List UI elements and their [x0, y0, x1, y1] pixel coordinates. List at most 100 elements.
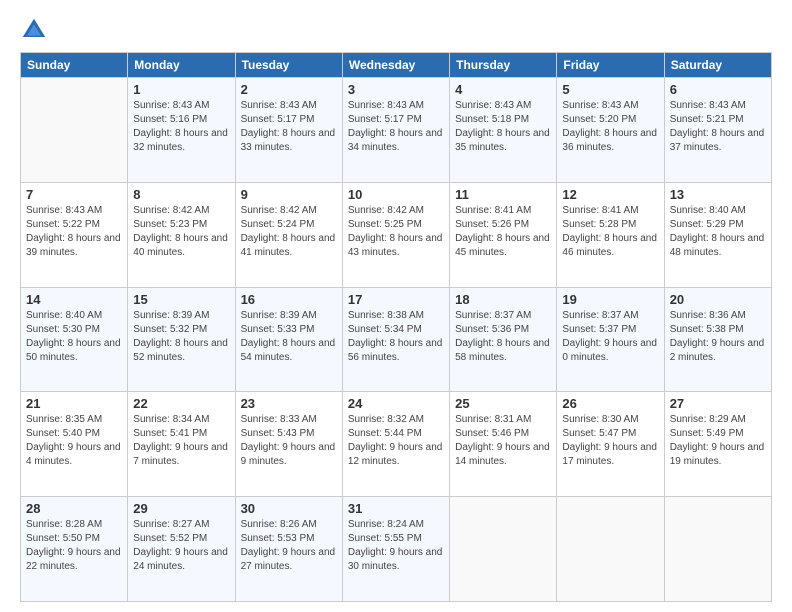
day-detail: Sunrise: 8:38 AM Sunset: 5:34 PM Dayligh… — [348, 309, 444, 365]
day-number: 5 — [562, 82, 658, 97]
day-number: 14 — [26, 292, 122, 307]
day-number: 23 — [241, 396, 337, 411]
day-detail: Sunrise: 8:42 AM Sunset: 5:23 PM Dayligh… — [133, 204, 229, 260]
day-detail: Sunrise: 8:43 AM Sunset: 5:17 PM Dayligh… — [348, 99, 444, 155]
calendar-table: SundayMondayTuesdayWednesdayThursdayFrid… — [20, 52, 772, 602]
day-number: 17 — [348, 292, 444, 307]
week-row-2: 14 Sunrise: 8:40 AM Sunset: 5:30 PM Dayli… — [21, 287, 772, 392]
day-detail: Sunrise: 8:34 AM Sunset: 5:41 PM Dayligh… — [133, 413, 229, 469]
day-number: 3 — [348, 82, 444, 97]
calendar-cell: 15 Sunrise: 8:39 AM Sunset: 5:32 PM Dayli… — [128, 287, 235, 392]
day-detail: Sunrise: 8:26 AM Sunset: 5:53 PM Dayligh… — [241, 518, 337, 574]
calendar-cell — [557, 497, 664, 602]
day-detail: Sunrise: 8:42 AM Sunset: 5:25 PM Dayligh… — [348, 204, 444, 260]
header — [20, 16, 772, 44]
day-detail: Sunrise: 8:41 AM Sunset: 5:26 PM Dayligh… — [455, 204, 551, 260]
day-detail: Sunrise: 8:29 AM Sunset: 5:49 PM Dayligh… — [670, 413, 766, 469]
day-number: 29 — [133, 501, 229, 516]
day-detail: Sunrise: 8:37 AM Sunset: 5:37 PM Dayligh… — [562, 309, 658, 365]
day-detail: Sunrise: 8:30 AM Sunset: 5:47 PM Dayligh… — [562, 413, 658, 469]
calendar-cell: 6Sunrise: 8:43 AM Sunset: 5:21 PM Daylig… — [664, 78, 771, 183]
calendar-cell — [664, 497, 771, 602]
day-detail: Sunrise: 8:41 AM Sunset: 5:28 PM Dayligh… — [562, 204, 658, 260]
calendar-cell: 19 Sunrise: 8:37 AM Sunset: 5:37 PM Dayli… — [557, 287, 664, 392]
calendar-cell: 1 Sunrise: 8:43 AM Sunset: 5:16 PM Daylig… — [128, 78, 235, 183]
calendar-cell — [450, 497, 557, 602]
day-detail: Sunrise: 8:27 AM Sunset: 5:52 PM Dayligh… — [133, 518, 229, 574]
weekday-header-row: SundayMondayTuesdayWednesdayThursdayFrid… — [21, 53, 772, 78]
day-number: 27 — [670, 396, 766, 411]
day-number: 24 — [348, 396, 444, 411]
day-number: 22 — [133, 396, 229, 411]
day-detail: Sunrise: 8:42 AM Sunset: 5:24 PM Dayligh… — [241, 204, 337, 260]
calendar-cell: 13Sunrise: 8:40 AM Sunset: 5:29 PM Dayli… — [664, 182, 771, 287]
day-detail: Sunrise: 8:40 AM Sunset: 5:30 PM Dayligh… — [26, 309, 122, 365]
day-number: 13 — [670, 187, 766, 202]
day-number: 9 — [241, 187, 337, 202]
calendar-cell: 25 Sunrise: 8:31 AM Sunset: 5:46 PM Dayli… — [450, 392, 557, 497]
day-number: 10 — [348, 187, 444, 202]
week-row-4: 28Sunrise: 8:28 AM Sunset: 5:50 PM Dayli… — [21, 497, 772, 602]
day-number: 12 — [562, 187, 658, 202]
day-number: 30 — [241, 501, 337, 516]
calendar-cell: 17 Sunrise: 8:38 AM Sunset: 5:34 PM Dayli… — [342, 287, 449, 392]
day-detail: Sunrise: 8:31 AM Sunset: 5:46 PM Dayligh… — [455, 413, 551, 469]
calendar-cell: 23 Sunrise: 8:33 AM Sunset: 5:43 PM Dayli… — [235, 392, 342, 497]
day-number: 16 — [241, 292, 337, 307]
day-detail: Sunrise: 8:32 AM Sunset: 5:44 PM Dayligh… — [348, 413, 444, 469]
week-row-1: 7Sunrise: 8:43 AM Sunset: 5:22 PM Daylig… — [21, 182, 772, 287]
weekday-wednesday: Wednesday — [342, 53, 449, 78]
day-detail: Sunrise: 8:39 AM Sunset: 5:32 PM Dayligh… — [133, 309, 229, 365]
calendar-cell: 2Sunrise: 8:43 AM Sunset: 5:17 PM Daylig… — [235, 78, 342, 183]
day-detail: Sunrise: 8:37 AM Sunset: 5:36 PM Dayligh… — [455, 309, 551, 365]
day-number: 7 — [26, 187, 122, 202]
day-detail: Sunrise: 8:43 AM Sunset: 5:20 PM Dayligh… — [562, 99, 658, 155]
day-number: 4 — [455, 82, 551, 97]
weekday-sunday: Sunday — [21, 53, 128, 78]
day-number: 19 — [562, 292, 658, 307]
day-number: 25 — [455, 396, 551, 411]
day-number: 28 — [26, 501, 122, 516]
day-detail: Sunrise: 8:43 AM Sunset: 5:18 PM Dayligh… — [455, 99, 551, 155]
day-number: 15 — [133, 292, 229, 307]
day-detail: Sunrise: 8:39 AM Sunset: 5:33 PM Dayligh… — [241, 309, 337, 365]
calendar-cell: 24 Sunrise: 8:32 AM Sunset: 5:44 PM Dayli… — [342, 392, 449, 497]
calendar-cell: 21 Sunrise: 8:35 AM Sunset: 5:40 PM Dayli… — [21, 392, 128, 497]
calendar-cell: 29 Sunrise: 8:27 AM Sunset: 5:52 PM Dayli… — [128, 497, 235, 602]
calendar-cell: 11Sunrise: 8:41 AM Sunset: 5:26 PM Dayli… — [450, 182, 557, 287]
page: SundayMondayTuesdayWednesdayThursdayFrid… — [0, 0, 792, 612]
weekday-friday: Friday — [557, 53, 664, 78]
calendar-cell: 26 Sunrise: 8:30 AM Sunset: 5:47 PM Dayli… — [557, 392, 664, 497]
logo-icon — [20, 16, 48, 44]
day-detail: Sunrise: 8:35 AM Sunset: 5:40 PM Dayligh… — [26, 413, 122, 469]
calendar-cell: 18 Sunrise: 8:37 AM Sunset: 5:36 PM Dayli… — [450, 287, 557, 392]
calendar-cell: 8Sunrise: 8:42 AM Sunset: 5:23 PM Daylig… — [128, 182, 235, 287]
calendar-cell — [21, 78, 128, 183]
weekday-monday: Monday — [128, 53, 235, 78]
calendar-cell: 12 Sunrise: 8:41 AM Sunset: 5:28 PM Dayli… — [557, 182, 664, 287]
calendar-cell: 4 Sunrise: 8:43 AM Sunset: 5:18 PM Daylig… — [450, 78, 557, 183]
weekday-saturday: Saturday — [664, 53, 771, 78]
day-number: 18 — [455, 292, 551, 307]
weekday-tuesday: Tuesday — [235, 53, 342, 78]
day-number: 31 — [348, 501, 444, 516]
day-number: 21 — [26, 396, 122, 411]
calendar-cell: 14 Sunrise: 8:40 AM Sunset: 5:30 PM Dayli… — [21, 287, 128, 392]
calendar-cell: 10 Sunrise: 8:42 AM Sunset: 5:25 PM Dayli… — [342, 182, 449, 287]
day-detail: Sunrise: 8:33 AM Sunset: 5:43 PM Dayligh… — [241, 413, 337, 469]
calendar-cell: 9 Sunrise: 8:42 AM Sunset: 5:24 PM Daylig… — [235, 182, 342, 287]
day-number: 1 — [133, 82, 229, 97]
day-detail: Sunrise: 8:24 AM Sunset: 5:55 PM Dayligh… — [348, 518, 444, 574]
day-detail: Sunrise: 8:43 AM Sunset: 5:21 PM Dayligh… — [670, 99, 766, 155]
logo — [20, 16, 52, 44]
calendar-cell: 22 Sunrise: 8:34 AM Sunset: 5:41 PM Dayli… — [128, 392, 235, 497]
week-row-3: 21 Sunrise: 8:35 AM Sunset: 5:40 PM Dayli… — [21, 392, 772, 497]
calendar-cell: 30 Sunrise: 8:26 AM Sunset: 5:53 PM Dayli… — [235, 497, 342, 602]
day-detail: Sunrise: 8:43 AM Sunset: 5:17 PM Dayligh… — [241, 99, 337, 155]
calendar-cell: 27 Sunrise: 8:29 AM Sunset: 5:49 PM Dayli… — [664, 392, 771, 497]
day-detail: Sunrise: 8:36 AM Sunset: 5:38 PM Dayligh… — [670, 309, 766, 365]
calendar-cell: 20Sunrise: 8:36 AM Sunset: 5:38 PM Dayli… — [664, 287, 771, 392]
day-number: 26 — [562, 396, 658, 411]
calendar-cell: 7Sunrise: 8:43 AM Sunset: 5:22 PM Daylig… — [21, 182, 128, 287]
day-detail: Sunrise: 8:43 AM Sunset: 5:16 PM Dayligh… — [133, 99, 229, 155]
